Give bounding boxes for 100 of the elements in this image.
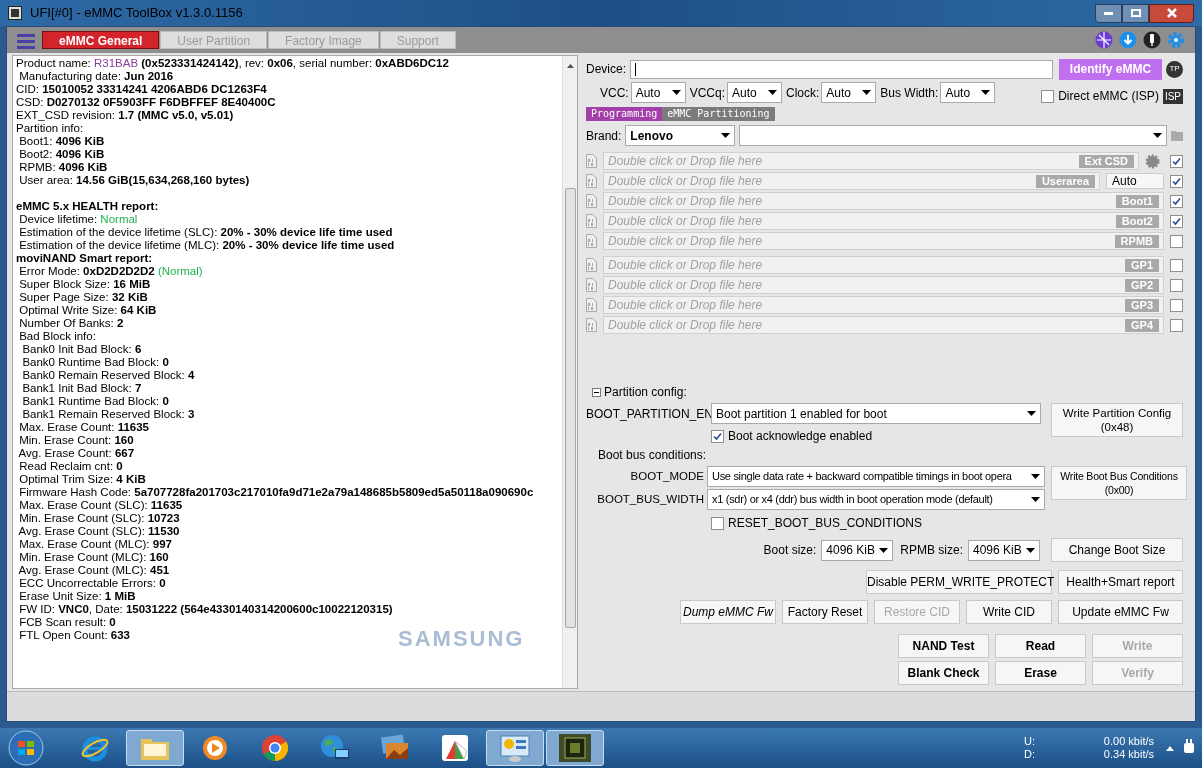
checkbox-label: Boot acknowledge enabled [728, 428, 873, 445]
close-button[interactable] [1149, 3, 1194, 23]
scroll-up-icon[interactable] [566, 64, 574, 68]
checkbox[interactable] [1170, 174, 1183, 188]
taskbar-button[interactable] [546, 730, 604, 766]
checkbox[interactable] [1170, 278, 1183, 292]
action-button[interactable]: Dump eMMC Fw [680, 600, 776, 624]
binary-file-icon [586, 258, 597, 272]
log-line: eMMC 5.x HEALTH report: [16, 200, 159, 213]
tray-speed: 0.00 kbit/s [1103, 735, 1154, 748]
binary-file-icon [586, 318, 597, 332]
log-line: Avg. Erase Count (SLC): 11530 [17, 525, 180, 538]
field-label: Bus Width: [880, 84, 939, 102]
caret-icon [671, 90, 681, 95]
checkbox[interactable] [1041, 89, 1055, 103]
field-label: RPMB size: [900, 542, 963, 559]
subtab[interactable]: Programming [586, 107, 663, 121]
binary-file-icon [586, 194, 597, 208]
dropdown[interactable]: Auto [630, 82, 686, 103]
field-label: Clock: [786, 84, 820, 102]
placeholder-text: Double click or Drop file here [608, 233, 763, 250]
menu-icon[interactable] [17, 33, 35, 49]
scrollbar[interactable] [562, 56, 577, 688]
action-button[interactable]: Disable PERM_WRITE_PROTECT [866, 570, 1052, 594]
log-line: EXT_CSD revision: 1.7 (MMC v5.0, v5.01) [16, 109, 234, 122]
checkbox[interactable] [1170, 154, 1183, 168]
minimize-button[interactable] [1095, 3, 1122, 23]
checkbox[interactable] [1170, 318, 1183, 332]
isp-badge[interactable]: ISP [1162, 88, 1183, 104]
dropdown[interactable]: Use single data rate + backward compatible timings in boot opera [707, 466, 1045, 487]
checkbox[interactable] [711, 516, 724, 530]
tray-arrow-icon[interactable] [1166, 745, 1174, 751]
log-line: moviNAND Smart report: [16, 252, 153, 265]
checkbox[interactable] [1170, 298, 1183, 312]
dropdown[interactable]: 4096 KiB [821, 539, 894, 561]
action-button[interactable]: NAND Test [898, 634, 989, 658]
tp-badge[interactable]: TP [1166, 60, 1183, 78]
log-line: Super Block Size: 16 MiB [18, 278, 151, 291]
dropdown[interactable]: Auto [727, 82, 782, 103]
placeholder-text: Double click or Drop file here [608, 277, 763, 294]
log-line: Max. Erase Count: 11635 [18, 421, 149, 434]
binary-file-icon [586, 174, 597, 188]
write-bus-button[interactable]: Write Boot Bus Conditions (0x00) [1051, 466, 1187, 500]
size-field[interactable]: Auto [1106, 173, 1164, 189]
caret-icon [879, 547, 889, 553]
maximize-icon [1130, 9, 1141, 17]
gear-icon[interactable] [1145, 153, 1160, 169]
checkbox[interactable] [1170, 234, 1183, 248]
binary-file-icon [586, 154, 597, 168]
action-button[interactable]: Write CID [966, 600, 1052, 624]
checkbox[interactable] [1170, 194, 1183, 208]
tray-label: U: [1024, 735, 1035, 748]
write-config-button[interactable]: Write Partition Config (0x48) [1051, 403, 1183, 437]
action-button[interactable]: Change Boot Size [1051, 538, 1183, 562]
checkbox[interactable] [711, 429, 724, 443]
checkbox[interactable] [1170, 258, 1183, 272]
field-label: Device: [586, 61, 626, 78]
partition-tag: GP3 [1125, 298, 1159, 312]
placeholder-text: Double click or Drop file here [608, 213, 763, 230]
dropdown[interactable]: x1 (sdr) or x4 (ddr) bus width in boot operation mode (default) [707, 489, 1045, 510]
usb-plug-icon[interactable] [1143, 31, 1161, 49]
start-button[interactable] [6, 729, 46, 767]
action-button[interactable]: Update eMMC Fw [1058, 600, 1183, 624]
binary-file-icon [586, 298, 597, 312]
caret-icon [768, 90, 777, 95]
field-label: VCC: [600, 84, 629, 102]
collapse-toggle[interactable] [592, 387, 601, 397]
device-field[interactable] [630, 59, 1053, 79]
dropdown[interactable]: Auto [940, 82, 996, 103]
caret-icon [1031, 474, 1040, 479]
action-button[interactable]: Read [995, 634, 1086, 658]
dropdown[interactable]: Auto [821, 82, 877, 103]
settings-icon[interactable] [1167, 31, 1185, 49]
section-title: Partition config: [604, 384, 687, 401]
log-line: Partition info: [16, 122, 84, 135]
log-line: Avg. Erase Count: 667 [17, 447, 135, 460]
field-label: Boot size: [763, 542, 817, 559]
brand-dropdown[interactable]: Lenovo [625, 125, 736, 146]
checkbox[interactable] [1170, 214, 1183, 228]
log-line: Number Of Banks: 2 [18, 317, 124, 330]
dropdown[interactable]: 4096 KiB [968, 539, 1040, 561]
partition-tag: GP2 [1125, 278, 1159, 292]
log-line: Estimation of the device lifetime (SLC): 20% - 30% device life time used [18, 226, 393, 239]
log-line: Boot2: 4096 KiB [18, 148, 105, 161]
tab[interactable]: eMMC General [42, 31, 160, 49]
log-line: Avg. Erase Count (MLC): 451 [17, 564, 170, 577]
action-button[interactable]: Factory Reset [782, 600, 868, 624]
action-button[interactable]: Erase [995, 661, 1086, 685]
globe-icon[interactable] [1095, 31, 1113, 49]
log-line: Min. Erase Count: 160 [18, 434, 134, 447]
partition-tag: Userarea [1035, 174, 1095, 188]
control-panel-icon [500, 734, 530, 762]
caret-icon [721, 133, 731, 138]
maximize-button[interactable] [1122, 3, 1149, 23]
placeholder-text: Double click or Drop file here [608, 173, 763, 190]
subtab[interactable]: eMMC Partitioning [662, 107, 775, 121]
action-button[interactable]: Health+Smart report [1058, 570, 1183, 594]
action-button[interactable]: Blank Check [898, 661, 989, 685]
download-icon[interactable] [1119, 31, 1137, 49]
dropdown[interactable]: Boot partition 1 enabled for boot [711, 403, 1041, 424]
